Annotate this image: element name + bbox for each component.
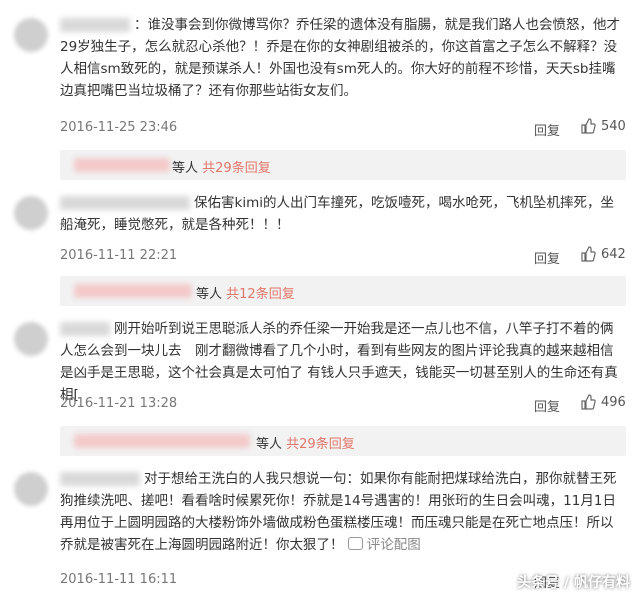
avatar[interactable] (14, 472, 48, 506)
reply-count-link[interactable]: 共29条回复 (286, 437, 355, 452)
like-button[interactable]: 496 (580, 394, 626, 410)
thumbs-up-icon (581, 246, 596, 262)
reply-avatars (74, 284, 192, 298)
thumbs-up-icon (581, 394, 596, 410)
avatar[interactable] (14, 196, 48, 230)
like-button[interactable]: 642 (580, 246, 626, 262)
reply-avatars (74, 434, 250, 448)
comment-date: 2016-11-25 23:46 (60, 120, 178, 135)
comment-text: 保佑害kimi的人出门车撞死，吃饭噎死，喝水呛死，飞机坠机摔死，坐船淹死，睡觉憋… (60, 195, 614, 233)
comment-text: ：谁没事会到你微博骂你？乔任梁的遗体没有脂腸，就是我们路人也会愤怒，他才29岁独… (60, 17, 620, 99)
username[interactable] (60, 196, 190, 210)
reply-summary-text: 等人 共29条回复 (256, 437, 355, 452)
username[interactable] (60, 472, 140, 486)
reply-summary-text: 等人 共12条回复 (196, 287, 295, 302)
reply-count-link[interactable]: 共12条回复 (226, 287, 295, 302)
reply-summary-text: 等人 共29条回复 (172, 161, 271, 176)
avatar[interactable] (14, 322, 48, 356)
comment-text: 对于想给王洗白的人我只想说一句：如果你有能耐把煤球给洗白，那你就替王死狗推续洗吧… (60, 471, 617, 553)
avatar[interactable] (14, 18, 48, 52)
reply-summary[interactable]: 等人 共29条回复 (60, 426, 626, 456)
username[interactable] (60, 18, 130, 32)
thumbs-up-icon (581, 118, 596, 134)
like-count: 540 (601, 118, 626, 134)
reply-avatars (74, 158, 170, 172)
reply-summary[interactable]: 等人 共29条回复 (60, 150, 626, 180)
watermark: 头条号 / 帆仔有料 (517, 575, 630, 591)
comment-image-link[interactable]: 评论配图 (347, 537, 421, 553)
like-button[interactable]: 540 (580, 118, 626, 134)
reply-count-link[interactable]: 共29条回复 (202, 161, 271, 176)
reply-button[interactable]: 回复 (534, 396, 560, 415)
comment-date: 2016-11-21 13:28 (60, 396, 178, 411)
reply-button[interactable]: 回复 (534, 248, 560, 267)
like-count: 642 (601, 246, 626, 262)
like-count: 496 (601, 394, 626, 410)
image-comment-icon (347, 537, 363, 550)
reply-button[interactable]: 回复 (534, 120, 560, 139)
username[interactable] (60, 322, 110, 336)
reply-summary[interactable]: 等人 共12条回复 (60, 276, 626, 306)
comment-text: 刚开始听到说王思聪派人杀的乔任梁一开始我是还一点儿也不信，八竿子打不着的俩人怎么… (60, 321, 618, 403)
comment-date: 2016-11-11 16:11 (60, 572, 178, 587)
comment-date: 2016-11-11 22:21 (60, 248, 178, 263)
